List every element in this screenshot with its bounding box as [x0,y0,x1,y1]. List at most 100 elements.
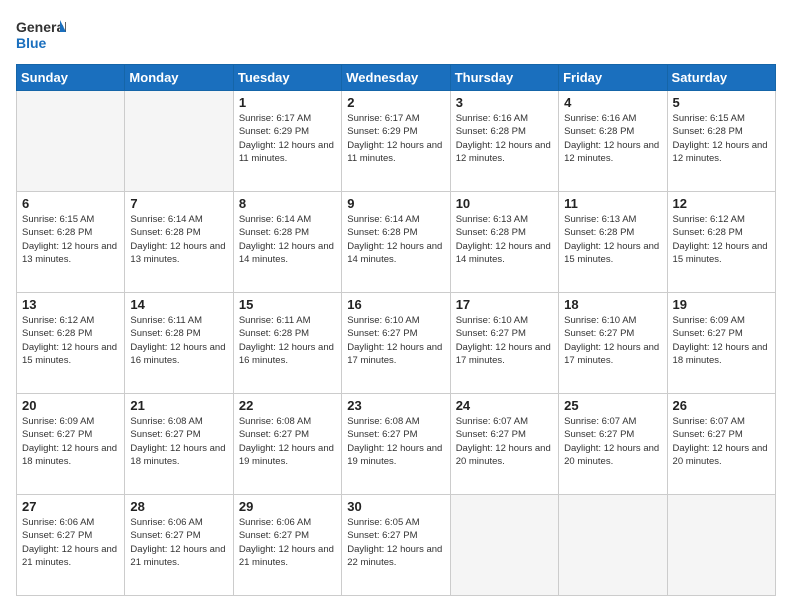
day-number: 12 [673,196,770,211]
calendar-week-row: 13 Sunrise: 6:12 AM Sunset: 6:28 PM Dayli… [17,293,776,394]
calendar-cell: 22Sunrise: 6:08 AM Sunset: 6:27 PM Dayli… [233,394,341,495]
day-number: 30 [347,499,444,514]
calendar-cell: 7 Sunrise: 6:14 AM Sunset: 6:28 PM Daylig… [125,192,233,293]
calendar-cell: 20Sunrise: 6:09 AM Sunset: 6:27 PM Dayli… [17,394,125,495]
svg-text:General: General [16,19,66,35]
calendar-cell: 27 Sunrise: 6:06 AM Sunset: 6:27 PM Dayli… [17,495,125,596]
calendar-cell: 3 Sunrise: 6:16 AM Sunset: 6:28 PM Daylig… [450,91,558,192]
day-number: 7 [130,196,227,211]
calendar-day-header: Wednesday [342,65,450,91]
day-number: 16 [347,297,444,312]
calendar-cell: 5 Sunrise: 6:15 AM Sunset: 6:28 PM Daylig… [667,91,775,192]
day-info: Sunrise: 6:12 AM Sunset: 6:28 PM Dayligh… [673,213,770,266]
calendar-cell: 10 Sunrise: 6:13 AM Sunset: 6:28 PM Dayli… [450,192,558,293]
calendar-week-row: 6 Sunrise: 6:15 AM Sunset: 6:28 PM Daylig… [17,192,776,293]
day-number: 24 [456,398,553,413]
day-number: 10 [456,196,553,211]
day-info: Sunrise: 6:10 AM Sunset: 6:27 PM Dayligh… [564,314,661,367]
calendar-day-header: Monday [125,65,233,91]
day-info: Sunrise: 6:07 AM Sunset: 6:27 PM Dayligh… [673,415,770,468]
day-number: 28 [130,499,227,514]
day-info: Sunrise: 6:16 AM Sunset: 6:28 PM Dayligh… [456,112,553,165]
calendar-cell: 13 Sunrise: 6:12 AM Sunset: 6:28 PM Dayli… [17,293,125,394]
calendar-cell: 9 Sunrise: 6:14 AM Sunset: 6:28 PM Daylig… [342,192,450,293]
calendar-cell: 18 Sunrise: 6:10 AM Sunset: 6:27 PM Dayli… [559,293,667,394]
day-info: Sunrise: 6:08 AM Sunset: 6:27 PM Dayligh… [130,415,227,468]
day-number: 5 [673,95,770,110]
calendar-cell: 19 Sunrise: 6:09 AM Sunset: 6:27 PM Dayli… [667,293,775,394]
day-number: 2 [347,95,444,110]
calendar-cell: 21Sunrise: 6:08 AM Sunset: 6:27 PM Dayli… [125,394,233,495]
calendar-cell: 28 Sunrise: 6:06 AM Sunset: 6:27 PM Dayli… [125,495,233,596]
calendar-cell: 14 Sunrise: 6:11 AM Sunset: 6:28 PM Dayli… [125,293,233,394]
calendar-table: SundayMondayTuesdayWednesdayThursdayFrid… [16,64,776,596]
day-number: 25 [564,398,661,413]
calendar-cell [559,495,667,596]
day-number: 3 [456,95,553,110]
calendar-cell: 12 Sunrise: 6:12 AM Sunset: 6:28 PM Dayli… [667,192,775,293]
day-info: Sunrise: 6:06 AM Sunset: 6:27 PM Dayligh… [239,516,336,569]
day-number: 26 [673,398,770,413]
day-number: 15 [239,297,336,312]
day-number: 13 [22,297,119,312]
calendar-cell: 11 Sunrise: 6:13 AM Sunset: 6:28 PM Dayli… [559,192,667,293]
day-number: 29 [239,499,336,514]
day-info: Sunrise: 6:11 AM Sunset: 6:28 PM Dayligh… [130,314,227,367]
day-number: 6 [22,196,119,211]
calendar-day-header: Saturday [667,65,775,91]
day-info: Sunrise: 6:07 AM Sunset: 6:27 PM Dayligh… [456,415,553,468]
day-info: Sunrise: 6:10 AM Sunset: 6:27 PM Dayligh… [347,314,444,367]
calendar-cell: 15 Sunrise: 6:11 AM Sunset: 6:28 PM Dayli… [233,293,341,394]
day-info: Sunrise: 6:15 AM Sunset: 6:28 PM Dayligh… [673,112,770,165]
day-info: Sunrise: 6:14 AM Sunset: 6:28 PM Dayligh… [239,213,336,266]
day-info: Sunrise: 6:08 AM Sunset: 6:27 PM Dayligh… [239,415,336,468]
day-info: Sunrise: 6:07 AM Sunset: 6:27 PM Dayligh… [564,415,661,468]
calendar-cell: 29 Sunrise: 6:06 AM Sunset: 6:27 PM Dayli… [233,495,341,596]
calendar-cell: 8 Sunrise: 6:14 AM Sunset: 6:28 PM Daylig… [233,192,341,293]
day-number: 4 [564,95,661,110]
day-info: Sunrise: 6:14 AM Sunset: 6:28 PM Dayligh… [347,213,444,266]
day-info: Sunrise: 6:12 AM Sunset: 6:28 PM Dayligh… [22,314,119,367]
day-number: 14 [130,297,227,312]
logo-svg: General Blue [16,16,66,54]
calendar-cell: 1Sunrise: 6:17 AM Sunset: 6:29 PM Daylig… [233,91,341,192]
day-info: Sunrise: 6:09 AM Sunset: 6:27 PM Dayligh… [673,314,770,367]
calendar-day-header: Thursday [450,65,558,91]
calendar-cell: 4 Sunrise: 6:16 AM Sunset: 6:28 PM Daylig… [559,91,667,192]
calendar-cell: 30 Sunrise: 6:05 AM Sunset: 6:27 PM Dayli… [342,495,450,596]
calendar-day-header: Friday [559,65,667,91]
day-info: Sunrise: 6:13 AM Sunset: 6:28 PM Dayligh… [456,213,553,266]
day-info: Sunrise: 6:11 AM Sunset: 6:28 PM Dayligh… [239,314,336,367]
day-number: 18 [564,297,661,312]
calendar-cell [667,495,775,596]
logo: General Blue [16,16,66,54]
day-info: Sunrise: 6:06 AM Sunset: 6:27 PM Dayligh… [22,516,119,569]
calendar-day-header: Tuesday [233,65,341,91]
calendar-week-row: 27 Sunrise: 6:06 AM Sunset: 6:27 PM Dayli… [17,495,776,596]
day-number: 11 [564,196,661,211]
calendar-cell: 17Sunrise: 6:10 AM Sunset: 6:27 PM Dayli… [450,293,558,394]
calendar-cell [125,91,233,192]
calendar-week-row: 20Sunrise: 6:09 AM Sunset: 6:27 PM Dayli… [17,394,776,495]
day-info: Sunrise: 6:06 AM Sunset: 6:27 PM Dayligh… [130,516,227,569]
day-info: Sunrise: 6:13 AM Sunset: 6:28 PM Dayligh… [564,213,661,266]
day-info: Sunrise: 6:10 AM Sunset: 6:27 PM Dayligh… [456,314,553,367]
page-header: General Blue [16,16,776,54]
day-number: 9 [347,196,444,211]
day-info: Sunrise: 6:15 AM Sunset: 6:28 PM Dayligh… [22,213,119,266]
calendar-cell: 26 Sunrise: 6:07 AM Sunset: 6:27 PM Dayli… [667,394,775,495]
calendar-cell: 2Sunrise: 6:17 AM Sunset: 6:29 PM Daylig… [342,91,450,192]
day-info: Sunrise: 6:16 AM Sunset: 6:28 PM Dayligh… [564,112,661,165]
day-number: 1 [239,95,336,110]
day-info: Sunrise: 6:14 AM Sunset: 6:28 PM Dayligh… [130,213,227,266]
day-number: 27 [22,499,119,514]
calendar-cell: 6 Sunrise: 6:15 AM Sunset: 6:28 PM Daylig… [17,192,125,293]
calendar-cell: 24 Sunrise: 6:07 AM Sunset: 6:27 PM Dayli… [450,394,558,495]
day-info: Sunrise: 6:05 AM Sunset: 6:27 PM Dayligh… [347,516,444,569]
day-number: 19 [673,297,770,312]
day-info: Sunrise: 6:08 AM Sunset: 6:27 PM Dayligh… [347,415,444,468]
day-number: 8 [239,196,336,211]
svg-text:Blue: Blue [16,35,47,51]
calendar-cell [450,495,558,596]
calendar-cell: 23Sunrise: 6:08 AM Sunset: 6:27 PM Dayli… [342,394,450,495]
